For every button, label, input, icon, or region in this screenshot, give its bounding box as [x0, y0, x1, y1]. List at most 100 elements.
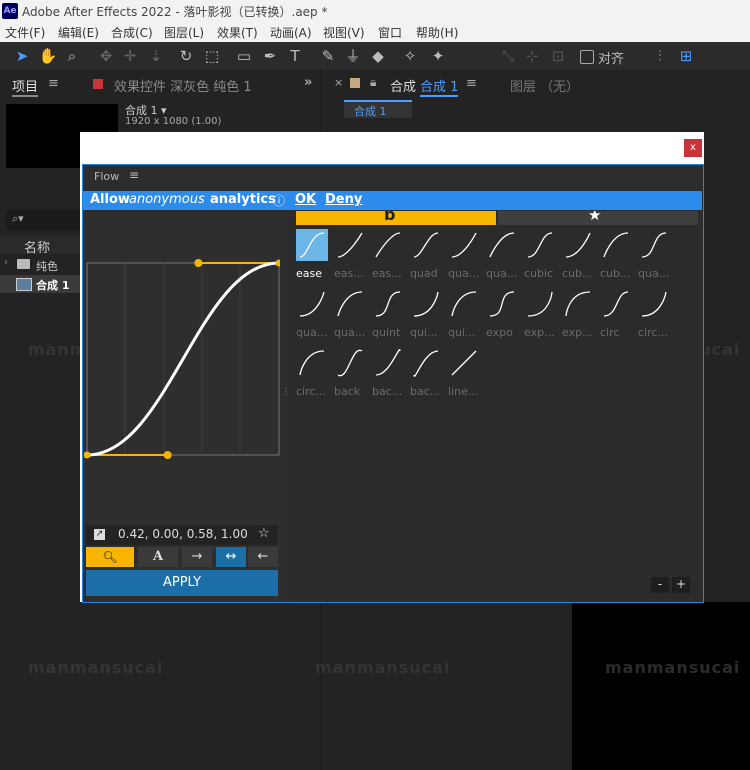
menu-effect[interactable]: 效果(T) — [217, 24, 258, 41]
ease-both-button[interactable]: ↔ — [216, 547, 246, 567]
preset-thumbnail[interactable] — [638, 288, 670, 320]
preset-thumbnail[interactable] — [372, 229, 404, 261]
preset-thumbnail[interactable] — [410, 229, 442, 261]
rectangle-tool-icon[interactable]: ▭ — [234, 46, 254, 66]
rotation-tool-icon[interactable]: ↻ — [176, 46, 196, 66]
comp-subtab[interactable]: 合成 1 — [344, 100, 412, 118]
zoom-in-button[interactable]: + — [672, 577, 690, 593]
keyframe-mode-button[interactable]: 🔍︎ — [86, 547, 134, 567]
type-tool-icon[interactable]: T — [285, 46, 305, 66]
preset-thumbnail[interactable] — [334, 288, 366, 320]
snap-options-icon[interactable]: ⫶ — [650, 46, 670, 66]
comp-viewer[interactable] — [572, 602, 750, 770]
menu-window[interactable]: 窗口 — [378, 24, 402, 41]
splitter-handle[interactable]: ⋮ — [282, 388, 290, 400]
panel-menu-icon[interactable]: ≡ — [48, 76, 59, 91]
preset-curve-icon — [641, 232, 667, 258]
preset-thumbnail[interactable] — [562, 229, 594, 261]
preset-thumbnail[interactable] — [524, 288, 556, 320]
preset-thumbnail[interactable] — [524, 229, 556, 261]
preset-thumbnail[interactable] — [486, 288, 518, 320]
puppet-pin-tool-icon[interactable]: ✦ — [428, 46, 448, 66]
axis-local-icon[interactable]: ⤡ — [498, 46, 518, 66]
lock-icon[interactable]: 🔒︎ — [370, 75, 376, 90]
preset-curve-icon — [413, 350, 439, 377]
preset-thumbnail[interactable] — [448, 288, 480, 320]
tab-favorites[interactable]: ★ — [498, 211, 698, 225]
preset-curve-icon — [565, 291, 591, 317]
axis-world-icon[interactable]: ⊹ — [522, 46, 542, 66]
menu-animation[interactable]: 动画(A) — [270, 24, 312, 41]
roto-brush-tool-icon[interactable]: ✧ — [400, 46, 420, 66]
pan-camera-icon[interactable]: ✛ — [120, 46, 140, 66]
pen-tool-icon[interactable]: ✒ — [260, 46, 280, 66]
handle-2-point[interactable] — [194, 259, 203, 267]
analytics-ok-button[interactable]: OK — [295, 192, 316, 207]
eraser-tool-icon[interactable]: ◆ — [368, 46, 388, 66]
preset-thumbnail[interactable] — [372, 288, 404, 320]
menu-edit[interactable]: 编辑(E) — [58, 24, 99, 41]
preset-thumbnail[interactable] — [562, 288, 594, 320]
preset-thumbnail[interactable] — [486, 229, 518, 261]
column-name[interactable]: 名称 — [24, 237, 50, 256]
menu-help[interactable]: 帮助(H) — [416, 24, 458, 41]
preset-thumbnail[interactable] — [600, 229, 632, 261]
flow-menu-icon[interactable]: ≡ — [129, 168, 139, 182]
tab-composition-name[interactable]: 合成 1 — [420, 76, 459, 97]
preset-thumbnail[interactable] — [296, 288, 328, 320]
tab-composition-label[interactable]: 合成 — [390, 76, 416, 95]
snap-target-icon[interactable]: ⊞ — [676, 46, 696, 66]
preset-thumbnail[interactable] — [448, 229, 480, 261]
copy-values-icon[interactable]: ↗ — [94, 529, 105, 540]
analytics-deny-button[interactable]: Deny — [325, 192, 362, 207]
clone-stamp-tool-icon[interactable]: ⏚ — [343, 46, 363, 66]
tab-project[interactable]: 项目 — [12, 76, 39, 97]
menu-layer[interactable]: 图层(L) — [164, 24, 204, 41]
expand-arrow-icon[interactable]: › — [4, 257, 8, 268]
panel-overflow-icon[interactable]: » — [304, 75, 312, 90]
tab-layer[interactable]: 图层 （无） — [510, 76, 579, 95]
preset-thumbnail[interactable] — [410, 347, 442, 379]
window-titlebar: Ae Adobe After Effects 2022 - 落叶影视（已转换）.… — [0, 0, 750, 22]
bezier-values[interactable]: 0.42, 0.00, 0.58, 1.00 — [118, 527, 248, 541]
dolly-camera-icon[interactable]: ⇣ — [146, 46, 166, 66]
menu-bar: 文件(F) 编辑(E) 合成(C) 图层(L) 效果(T) 动画(A) 视图(V… — [0, 22, 750, 42]
handle-1-point[interactable] — [163, 451, 172, 459]
text-mode-button[interactable]: A — [138, 547, 178, 567]
help-icon[interactable]: ⓘ — [273, 192, 285, 209]
close-tab-icon[interactable]: × — [334, 76, 343, 89]
pan-behind-tool-icon[interactable]: ⬚ — [202, 46, 222, 66]
preset-thumbnail[interactable] — [296, 347, 328, 379]
preset-thumbnail[interactable] — [410, 288, 442, 320]
preset-label: qui... — [410, 326, 438, 339]
flow-close-button[interactable]: x — [684, 139, 702, 157]
preset-thumbnail[interactable] — [372, 347, 404, 379]
ease-in-button[interactable]: ← — [248, 547, 278, 567]
preset-label: qua... — [486, 267, 518, 280]
ease-out-button[interactable]: → — [182, 547, 212, 567]
preset-label: circ... — [296, 385, 326, 398]
axis-view-icon[interactable]: ⊡ — [548, 46, 568, 66]
favorite-star-icon[interactable]: ☆ — [258, 526, 270, 541]
preset-thumbnail[interactable] — [334, 229, 366, 261]
tab-effect-controls[interactable]: 效果控件 深灰色 纯色 1 — [114, 76, 252, 95]
preset-thumbnail[interactable] — [600, 288, 632, 320]
menu-comp[interactable]: 合成(C) — [111, 24, 153, 41]
after-effects-logo-icon: Ae — [2, 3, 18, 19]
preset-thumbnail[interactable] — [334, 347, 366, 379]
preset-thumbnail[interactable] — [448, 347, 480, 379]
tab-default-presets[interactable]: ɓ — [296, 211, 496, 225]
zoom-tool-icon[interactable]: ⌕ — [62, 46, 82, 66]
hand-tool-icon[interactable]: ✋ — [38, 46, 58, 66]
zoom-out-button[interactable]: - — [651, 577, 669, 593]
menu-view[interactable]: 视图(V) — [323, 24, 365, 41]
menu-file[interactable]: 文件(F) — [5, 24, 45, 41]
panel-menu-icon[interactable]: ≡ — [466, 76, 477, 91]
snap-checkbox[interactable] — [580, 50, 594, 64]
apply-button[interactable]: APPLY — [86, 570, 278, 596]
orbit-camera-icon[interactable]: ✥ — [96, 46, 116, 66]
selection-tool-icon[interactable]: ➤ — [12, 46, 32, 66]
preset-thumbnail[interactable] — [296, 229, 328, 261]
preset-thumbnail[interactable] — [638, 229, 670, 261]
brush-tool-icon[interactable]: ✎ — [318, 46, 338, 66]
